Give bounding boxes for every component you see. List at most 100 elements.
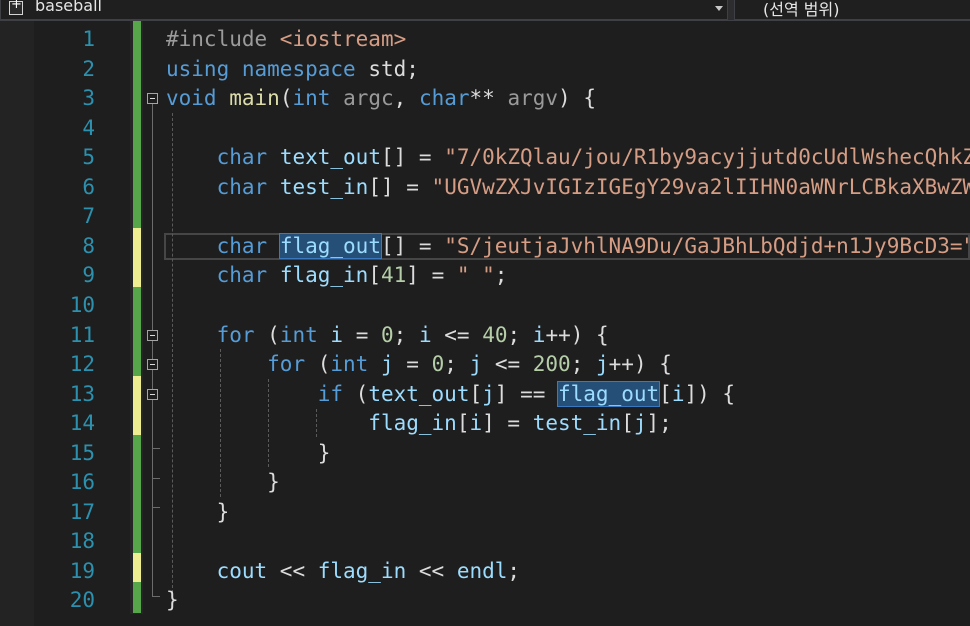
change-mark-saved — [133, 21, 141, 52]
code-token: } — [166, 588, 179, 613]
code-token: flag_in — [279, 263, 369, 288]
line-number: 9 — [82, 263, 95, 288]
change-mark-saved — [133, 523, 141, 554]
code-token: j — [380, 352, 394, 377]
line-number: 8 — [82, 233, 95, 258]
code-token: [] = — [368, 174, 432, 199]
collapse-toggle-icon[interactable] — [147, 93, 158, 105]
code-line[interactable]: for (int j = 0; j <= 200; j++) { — [166, 350, 672, 380]
code-token: [ — [456, 411, 470, 436]
code-token: ; — [507, 322, 533, 347]
code-token: int — [279, 322, 318, 347]
chevron-down-icon[interactable] — [715, 6, 723, 11]
change-mark-saved — [133, 198, 141, 229]
code-line[interactable]: } — [166, 439, 331, 469]
code-line[interactable]: cout << flag_in << endl; — [166, 557, 520, 587]
line-number: 1 — [82, 27, 95, 51]
code-token: <= — [431, 322, 483, 347]
code-token: "7/0kZQlau/jou/R1by9acyjjutd0cUdlWshecQh… — [444, 145, 970, 170]
code-token: j — [469, 352, 483, 377]
code-line[interactable]: for (int i = 0; i <= 40; i++) { — [166, 321, 609, 351]
code-token: i — [469, 411, 483, 436]
code-token: int — [330, 352, 369, 377]
code-line[interactable]: char flag_out[] = "S/jeutjaJvhlNA9Du/GaJ… — [166, 232, 970, 262]
code-token: i — [532, 322, 546, 347]
highlighted-reference: flag_out — [278, 232, 382, 259]
code-token: namespace — [241, 56, 356, 81]
code-line[interactable]: using namespace std; — [166, 55, 419, 85]
code-token: ] = — [482, 411, 533, 436]
collapse-toggle-icon[interactable] — [147, 359, 158, 371]
code-token: = — [343, 322, 381, 347]
code-token: char — [216, 145, 268, 170]
code-token: << — [406, 558, 457, 583]
code-line[interactable]: flag_in[i] = test_in[j]; — [166, 409, 672, 439]
code-line[interactable]: char test_in[] = "UGVwZXJvIGIzIGEgY29va2… — [166, 173, 970, 203]
code-token: ] = — [406, 263, 457, 288]
project-dropdown[interactable]: baseball — [0, 0, 728, 20]
code-token: , — [393, 86, 419, 111]
code-token: [ — [621, 411, 634, 436]
code-line[interactable]: char flag_in[41] = " "; — [166, 261, 508, 291]
fold-region-end — [152, 448, 160, 449]
code-token: j — [633, 411, 647, 436]
code-line[interactable]: void main(int argc, char** argv) { — [166, 84, 596, 114]
change-mark-unsaved — [133, 552, 141, 584]
change-mark-saved — [133, 286, 141, 318]
code-token: ++) { — [545, 322, 609, 347]
collapse-toggle-icon[interactable] — [147, 329, 158, 341]
code-token: [] = — [380, 145, 445, 170]
code-token: test_in — [532, 411, 622, 436]
code-token: std; — [355, 56, 419, 81]
code-line[interactable]: char text_out[] = "7/0kZQlau/jou/R1by9ac… — [166, 143, 970, 173]
code-token: using — [166, 56, 230, 81]
code-token: text_out — [279, 145, 381, 170]
project-name: baseball — [35, 0, 102, 15]
code-token: ]) { — [684, 381, 736, 406]
line-number: 16 — [69, 470, 95, 495]
code-token: 40 — [482, 322, 508, 347]
line-number: 4 — [82, 115, 95, 140]
code-token: 0 — [431, 352, 445, 377]
code-token: char — [216, 174, 268, 199]
code-token: "S/jeutjaJvhlNA9Du/GaJBhLbQdjd+n1Jy9BcD3… — [444, 233, 970, 258]
change-mark-unsaved — [133, 405, 141, 436]
scope-dropdown[interactable]: (선역 범위) — [734, 0, 970, 20]
code-token: i — [418, 322, 432, 347]
code-line[interactable]: } — [166, 498, 230, 528]
code-token: ; — [507, 558, 521, 583]
change-mark-saved — [133, 434, 141, 465]
code-line[interactable]: #include <iostream> — [166, 25, 406, 55]
code-token: ( — [343, 381, 369, 406]
collapse-toggle-icon[interactable] — [147, 388, 158, 400]
line-number: 12 — [69, 352, 95, 377]
change-mark-saved — [133, 139, 141, 170]
code-line[interactable]: } — [166, 468, 280, 498]
code-line[interactable]: if (text_out[j] == flag_out[i]) { — [166, 380, 735, 410]
code-token: ; — [494, 263, 508, 288]
code-line[interactable]: } — [166, 586, 179, 616]
code-token: } — [166, 470, 280, 495]
code-token: ( — [254, 322, 280, 347]
code-token: argc — [343, 86, 394, 111]
code-token: } — [166, 499, 230, 524]
code-token: } — [166, 440, 331, 465]
code-token: 0 — [381, 322, 394, 347]
line-number: 13 — [69, 381, 95, 406]
change-mark-unsaved — [133, 375, 141, 406]
code-token: [ — [469, 381, 483, 406]
code-editor[interactable]: 1 2 3 4 5 6 7 8 9 10 11 12 13 14 15 16 17 18 19 20 #include… — [0, 21, 970, 626]
change-mark-saved — [133, 168, 141, 199]
